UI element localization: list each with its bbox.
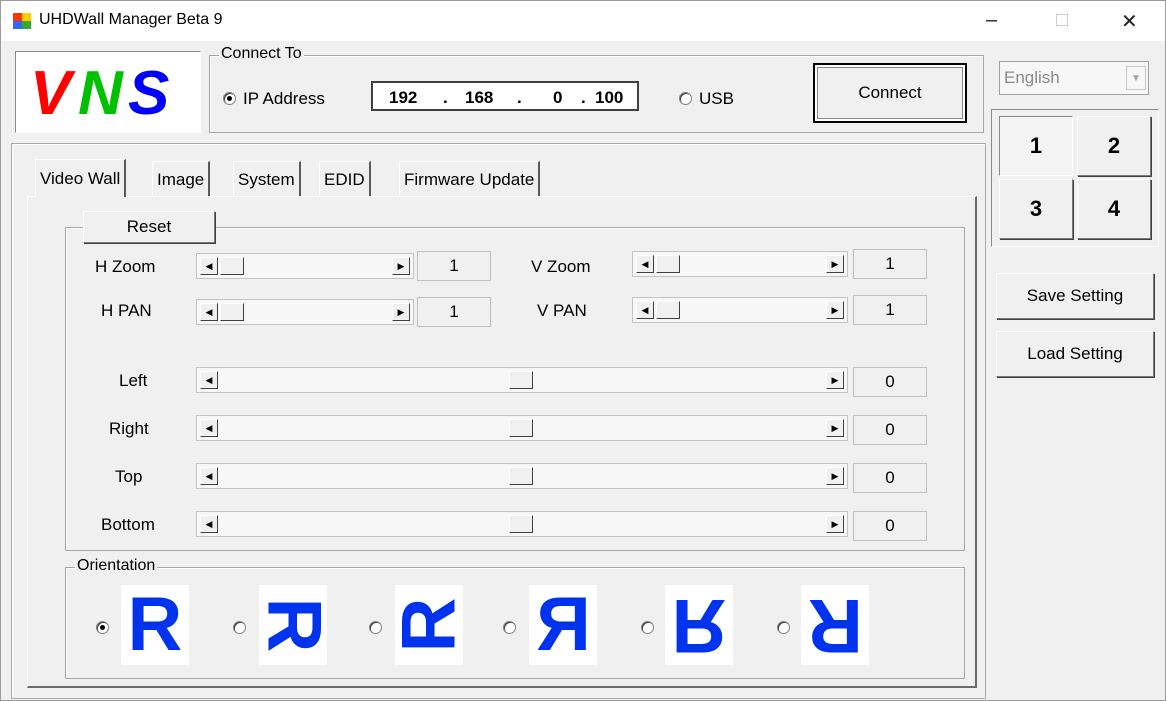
v-pan-label: V PAN — [537, 301, 587, 320]
h-pan-label: H PAN — [101, 301, 152, 320]
scroll-left-icon[interactable]: ◀ — [200, 419, 218, 437]
orientation-mirror-vertical[interactable]: R — [665, 583, 733, 668]
v-zoom-value: 1 — [853, 249, 927, 279]
quad-button-2[interactable]: 2 — [1077, 116, 1151, 176]
window-title: UHDWall Manager Beta 9 — [39, 11, 223, 28]
maximize-icon[interactable]: □ — [1056, 9, 1068, 32]
right-slider[interactable]: ◀ ▶ — [196, 415, 848, 441]
left-slider[interactable]: ◀ ▶ — [196, 367, 848, 393]
quad-button-3[interactable]: 3 — [999, 179, 1073, 239]
vns-logo: V N S — [30, 59, 169, 128]
slider-thumb[interactable] — [656, 301, 680, 319]
scroll-left-icon[interactable]: ◀ — [200, 515, 218, 533]
title-bar: UHDWall Manager Beta 9 – □ ✕ — [1, 1, 1165, 41]
left-value: 0 — [853, 367, 927, 397]
scroll-right-icon[interactable]: ▶ — [826, 255, 844, 273]
quad-button-1[interactable]: 1 — [999, 116, 1073, 176]
orientation-normal[interactable]: R — [121, 585, 189, 665]
ip-octet-1: 192 — [389, 88, 418, 107]
scroll-right-icon[interactable]: ▶ — [826, 515, 844, 533]
v-pan-slider[interactable]: ◀ ▶ — [632, 297, 848, 323]
left-label: Left — [119, 371, 148, 390]
connect-button[interactable]: Connect — [813, 63, 967, 123]
top-value: 0 — [853, 463, 927, 493]
scroll-right-icon[interactable]: ▶ — [392, 303, 410, 321]
orientation-rotate-180[interactable]: R — [801, 583, 869, 668]
slider-thumb[interactable] — [509, 467, 533, 485]
ip-octet-3: 0 — [553, 88, 563, 107]
language-select[interactable]: English ▼ — [999, 61, 1149, 95]
orientation-radio-3[interactable] — [369, 621, 382, 634]
svg-text:V: V — [30, 59, 76, 128]
right-label: Right — [109, 419, 149, 438]
quad-button-4[interactable]: 4 — [1077, 179, 1151, 239]
main-window: UHDWall Manager Beta 9 – □ ✕ V N S Conne… — [0, 0, 1166, 701]
h-zoom-label: H Zoom — [95, 257, 156, 276]
orientation-radio-5[interactable] — [641, 621, 654, 634]
bottom-label: Bottom — [101, 515, 155, 534]
usb-label: USB — [699, 89, 734, 108]
tab-image[interactable]: Image — [152, 161, 211, 197]
scroll-right-icon[interactable]: ▶ — [392, 257, 410, 275]
tab-firmware-update[interactable]: Firmware Update — [399, 161, 541, 197]
tab-system[interactable]: System — [233, 161, 301, 197]
ip-radio[interactable] — [223, 92, 236, 105]
orientation-radio-2[interactable] — [233, 621, 246, 634]
slider-thumb[interactable] — [509, 515, 533, 533]
h-zoom-value: 1 — [417, 251, 491, 281]
h-pan-value: 1 — [417, 297, 491, 327]
slider-thumb[interactable] — [656, 255, 680, 273]
logo-box: V N S — [15, 51, 201, 133]
close-icon[interactable]: ✕ — [1121, 9, 1138, 34]
scroll-left-icon[interactable]: ◀ — [200, 303, 218, 321]
slider-thumb[interactable] — [220, 303, 244, 321]
save-setting-button[interactable]: Save Setting — [996, 273, 1154, 319]
v-zoom-slider[interactable]: ◀ ▶ — [632, 251, 848, 277]
orientation-mirror-horizontal[interactable]: R — [529, 582, 597, 667]
orientation-legend: Orientation — [75, 557, 158, 575]
slider-thumb[interactable] — [509, 419, 533, 437]
scroll-left-icon[interactable]: ◀ — [200, 257, 218, 275]
scroll-left-icon[interactable]: ◀ — [636, 255, 654, 273]
svg-text:N: N — [78, 59, 124, 128]
tab-edid[interactable]: EDID — [319, 161, 371, 197]
tab-video-wall[interactable]: Video Wall — [35, 159, 127, 197]
slider-thumb[interactable] — [220, 257, 244, 275]
h-pan-slider[interactable]: ◀ ▶ — [196, 299, 414, 325]
slider-thumb[interactable] — [509, 371, 533, 389]
svg-text:S: S — [128, 59, 169, 128]
scroll-right-icon[interactable]: ▶ — [826, 301, 844, 319]
bottom-value: 0 — [853, 511, 927, 541]
top-slider[interactable]: ◀ ▶ — [196, 463, 848, 489]
scroll-left-icon[interactable]: ◀ — [636, 301, 654, 319]
ip-octet-2: 168 — [465, 88, 494, 107]
ip-octet-4: 100 — [595, 88, 624, 107]
orientation-rotate-90[interactable]: R — [251, 585, 336, 665]
h-zoom-slider[interactable]: ◀ ▶ — [196, 253, 414, 279]
orientation-radio-6[interactable] — [777, 621, 790, 634]
v-pan-value: 1 — [853, 295, 927, 325]
scroll-left-icon[interactable]: ◀ — [200, 371, 218, 389]
ip-label: IP Address — [243, 89, 325, 108]
v-zoom-label: V Zoom — [531, 257, 591, 276]
chevron-down-icon[interactable]: ▼ — [1126, 66, 1146, 90]
ip-address-field[interactable]: 192 . 168 . 0 . 100 — [371, 81, 639, 111]
minimize-icon[interactable]: – — [986, 9, 997, 32]
orientation-radio-4[interactable] — [503, 621, 516, 634]
scroll-left-icon[interactable]: ◀ — [200, 467, 218, 485]
scroll-right-icon[interactable]: ▶ — [826, 371, 844, 389]
bottom-slider[interactable]: ◀ ▶ — [196, 511, 848, 537]
reset-button[interactable]: Reset — [83, 211, 215, 243]
orientation-radio-1[interactable] — [96, 621, 109, 634]
connect-legend: Connect To — [219, 45, 304, 63]
language-value: English — [1004, 68, 1060, 87]
right-value: 0 — [853, 415, 927, 445]
orientation-rotate-270[interactable]: R — [386, 585, 471, 665]
top-label: Top — [115, 467, 143, 486]
scroll-right-icon[interactable]: ▶ — [826, 419, 844, 437]
load-setting-button[interactable]: Load Setting — [996, 331, 1154, 377]
usb-radio[interactable] — [679, 92, 692, 105]
scroll-right-icon[interactable]: ▶ — [826, 467, 844, 485]
app-icon — [13, 13, 31, 29]
